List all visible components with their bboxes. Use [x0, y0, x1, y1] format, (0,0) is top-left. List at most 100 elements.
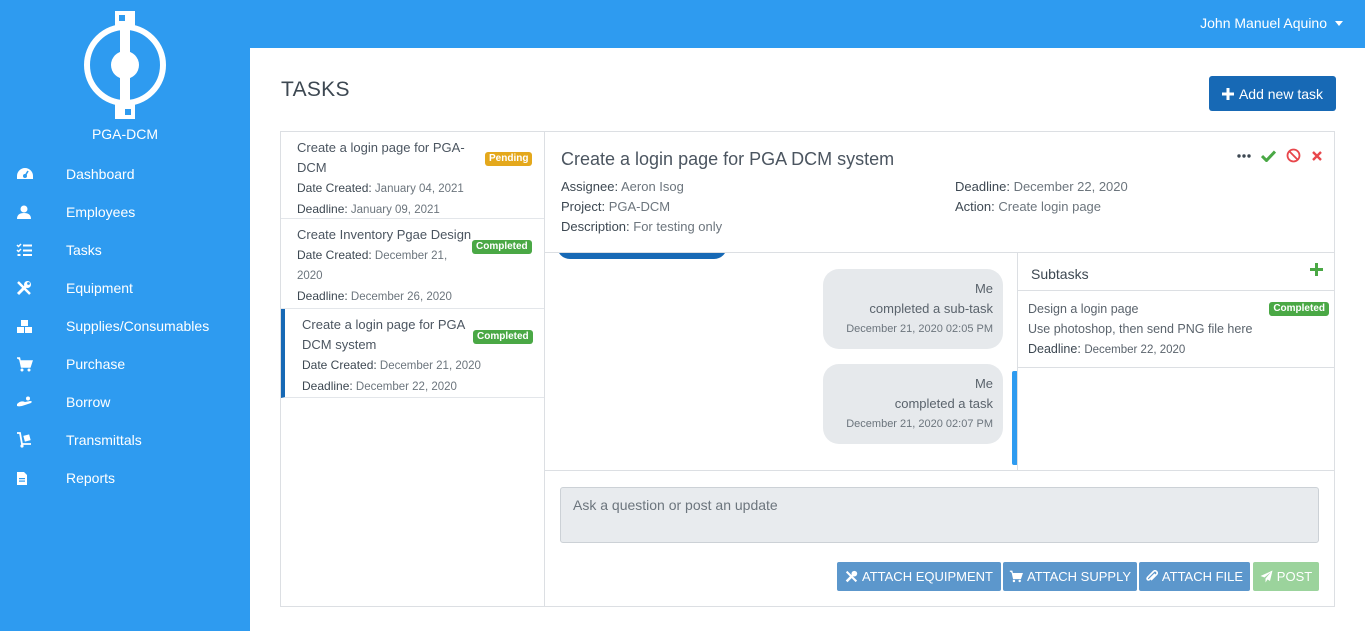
- user-menu[interactable]: John Manuel Aquino: [1200, 15, 1343, 31]
- user-icon: [0, 205, 66, 219]
- message-author: Me: [974, 281, 993, 296]
- sidebar-item-tasks[interactable]: Tasks: [0, 231, 250, 269]
- status-badge: Completed: [473, 330, 533, 344]
- task-list-item[interactable]: Create a login page for PGA-DCM Date Cre…: [281, 132, 544, 219]
- post-button[interactable]: POST: [1253, 562, 1319, 591]
- attach-file-button[interactable]: ATTACH FILE: [1139, 562, 1250, 591]
- subtask-item[interactable]: Design a login page Use photoshop, then …: [1018, 291, 1335, 368]
- add-new-task-label: Add new task: [1238, 85, 1324, 102]
- status-badge: Pending: [485, 152, 533, 166]
- status-badge: Completed: [472, 240, 532, 254]
- add-subtask-plus-icon[interactable]: [1310, 263, 1323, 276]
- message-time: December 21, 2020 02:07 PM: [846, 418, 993, 430]
- sidebar-item-label: Reports: [66, 470, 116, 486]
- task-deadline: Deadline: January 09, 2021: [297, 202, 440, 216]
- top-navbar: John Manuel Aquino: [250, 0, 1365, 48]
- sidebar-item-label: Transmittals: [66, 432, 142, 448]
- hand-icon: [0, 396, 66, 408]
- task-list: Create a login page for PGA-DCM Date Cre…: [281, 132, 545, 606]
- sidebar-item-label: Purchase: [66, 356, 126, 372]
- file-icon: [0, 471, 66, 486]
- status-badge: Completed: [1269, 302, 1329, 316]
- user-name: John Manuel Aquino: [1200, 15, 1327, 31]
- task-detail-title: Create a login page for PGA DCM system: [561, 149, 895, 169]
- task-description: Description: For testing only: [561, 219, 723, 234]
- paperclip-icon: [1146, 570, 1158, 581]
- cart-icon: [0, 356, 66, 372]
- caret-down-icon: [1335, 20, 1343, 26]
- sidebar-item-transmittals[interactable]: Transmittals: [0, 421, 250, 459]
- sidebar-item-label: Dashboard: [66, 166, 135, 182]
- sidebar-item-label: Tasks: [66, 242, 102, 258]
- sidebar-item-label: Borrow: [66, 394, 111, 410]
- sidebar-item-purchase[interactable]: Purchase: [0, 345, 250, 383]
- task-assignee: Assignee: Aeron Isog: [561, 179, 684, 194]
- paper-plane-icon: [1260, 570, 1273, 583]
- task-deadline: Deadline: December 22, 2020: [955, 179, 1128, 194]
- task-date-created: Date Created: January 04, 2021: [297, 181, 464, 195]
- subtasks-title: Subtasks: [1031, 266, 1089, 282]
- dolly-icon: [0, 432, 66, 448]
- task-list-item-active[interactable]: Create a login page for PGA DCM system D…: [281, 309, 544, 398]
- sidebar-item-dashboard[interactable]: Dashboard: [0, 155, 250, 193]
- task-date-created: Date Created: December 21, 2020: [302, 358, 481, 372]
- attach-supply-button[interactable]: ATTACH SUPPLY: [1003, 562, 1137, 591]
- sidebar-item-employees[interactable]: Employees: [0, 193, 250, 231]
- check-icon[interactable]: [1261, 149, 1276, 162]
- update-input[interactable]: [560, 487, 1319, 543]
- tools-icon: [0, 280, 66, 296]
- sidebar-item-reports[interactable]: Reports: [0, 459, 250, 497]
- cart-icon: [1009, 570, 1023, 583]
- message-time: December 21, 2020 02:05 PM: [846, 323, 993, 335]
- task-title: Create Inventory Pgae Design: [297, 227, 472, 242]
- ban-icon[interactable]: [1286, 148, 1301, 163]
- attach-equipment-label: ATTACH EQUIPMENT: [862, 569, 993, 584]
- plus-icon: [1221, 87, 1234, 100]
- task-list-item[interactable]: Create Inventory Pgae Design Date Create…: [281, 219, 544, 309]
- sidebar-item-label: Supplies/Consumables: [66, 318, 210, 334]
- subtask-deadline: Deadline: December 22, 2020: [1028, 342, 1186, 356]
- task-action: Action: Create login page: [955, 199, 1102, 214]
- sidebar: PGA-DCM Dashboard Employees Tasks Equipm…: [0, 0, 250, 631]
- tasks-list-icon: [0, 243, 66, 257]
- task-title: Create a login page for PGA DCM system: [302, 317, 465, 352]
- message-bubble: Me completed a sub-task December 21, 202…: [823, 269, 1003, 349]
- attach-file-label: ATTACH FILE: [1161, 569, 1244, 584]
- task-actions: [1237, 148, 1323, 163]
- task-deadline: Deadline: December 26, 2020: [297, 289, 452, 303]
- brand[interactable]: PGA-DCM: [0, 10, 250, 142]
- task-project: Project: PGA-DCM: [561, 199, 671, 214]
- sidebar-item-label: Employees: [66, 204, 136, 220]
- attach-equipment-button[interactable]: ATTACH EQUIPMENT: [837, 562, 1001, 591]
- tasks-card: Create a login page for PGA-DCM Date Cre…: [280, 131, 1335, 607]
- pga-dcm-logo-icon: [84, 11, 166, 119]
- subtasks-panel: Subtasks Design a login page Use photosh…: [1017, 253, 1335, 470]
- brand-name: PGA-DCM: [91, 126, 159, 142]
- subtasks-header: Subtasks: [1018, 253, 1335, 291]
- sidebar-item-equipment[interactable]: Equipment: [0, 269, 250, 307]
- post-label: POST: [1276, 569, 1313, 584]
- task-detail-header: Create a login page for PGA DCM system A…: [545, 132, 1335, 253]
- subtask-description: Use photoshop, then send PNG file here: [1028, 322, 1253, 336]
- page-title: TASKS: [281, 78, 350, 101]
- attach-supply-label: ATTACH SUPPLY: [1026, 569, 1132, 584]
- sidebar-item-supplies[interactable]: Supplies/Consumables: [0, 307, 250, 345]
- activity-feed[interactable]: Me completed a sub-task December 21, 202…: [545, 253, 1017, 470]
- message-text: completed a sub-task: [869, 301, 993, 316]
- task-deadline: Deadline: December 22, 2020: [302, 379, 457, 393]
- task-date-created: Date Created: December 21, 2020: [297, 248, 448, 282]
- sidebar-nav: Dashboard Employees Tasks Equipment Supp…: [0, 155, 250, 497]
- message-text: completed a task: [894, 396, 993, 411]
- message-bubble-partial: [557, 253, 727, 259]
- boxes-icon: [0, 319, 66, 334]
- message-author: Me: [974, 376, 993, 391]
- composer: ATTACH EQUIPMENT ATTACH SUPPLY ATTACH FI…: [545, 470, 1335, 606]
- sidebar-item-borrow[interactable]: Borrow: [0, 383, 250, 421]
- message-bubble: Me completed a task December 21, 2020 02…: [823, 364, 1003, 444]
- tachometer-icon: [0, 167, 66, 181]
- more-options-icon[interactable]: [1237, 153, 1251, 158]
- close-icon[interactable]: [1311, 150, 1323, 162]
- add-new-task-button[interactable]: Add new task: [1209, 76, 1336, 111]
- tools-icon: [845, 570, 858, 583]
- sidebar-item-label: Equipment: [66, 280, 133, 296]
